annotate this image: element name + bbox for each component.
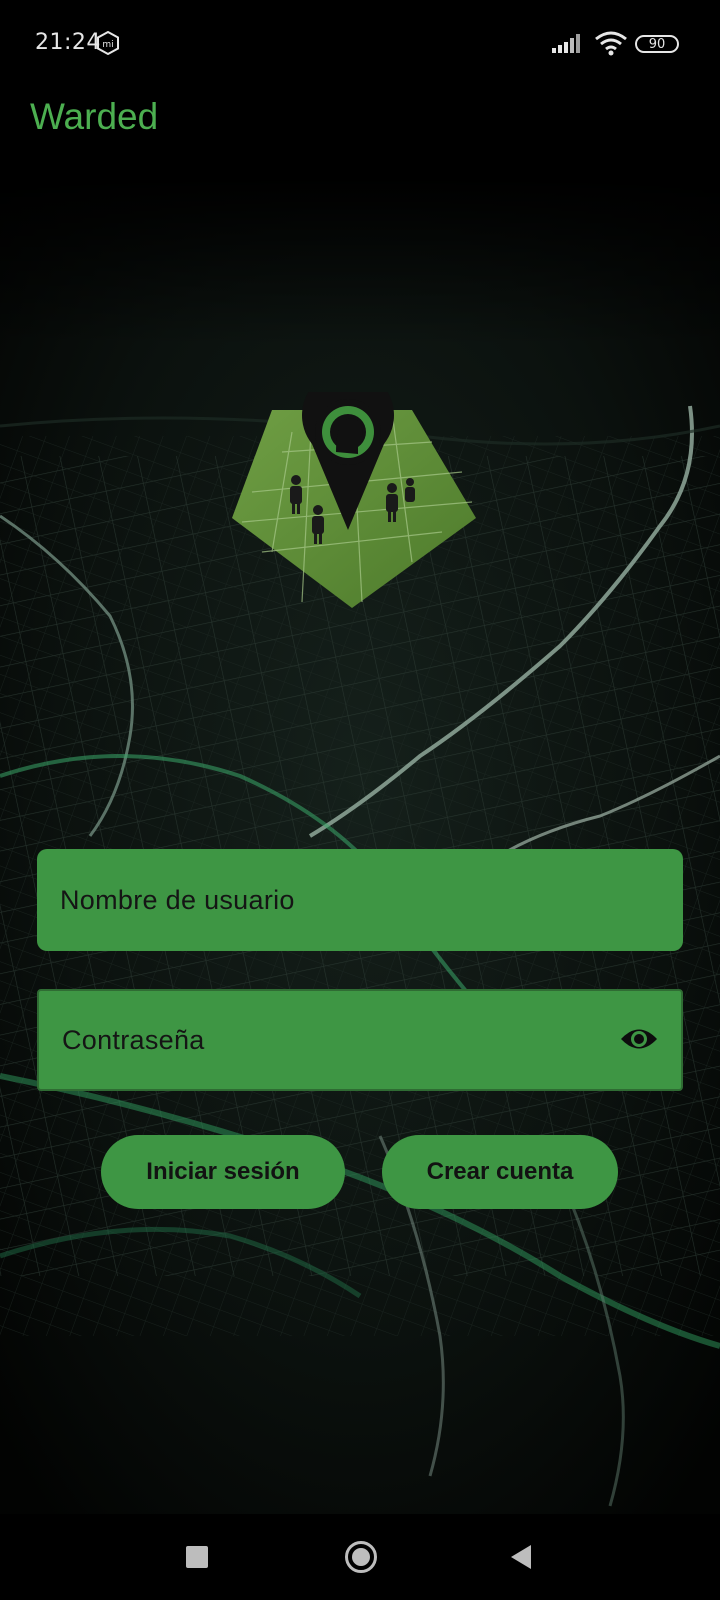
mi-icon: mi [97, 31, 119, 55]
status-time: 21:24 [35, 30, 101, 55]
navigation-bar [0, 1514, 720, 1600]
svg-text:mi: mi [102, 40, 113, 50]
login-button[interactable]: Iniciar sesión [101, 1135, 345, 1209]
username-input[interactable]: Nombre de usuario [37, 849, 683, 951]
wifi-icon [595, 31, 627, 56]
recent-apps-icon[interactable] [186, 1546, 208, 1568]
app-logo [232, 392, 476, 608]
map-background [0, 176, 720, 1514]
signal-icon [552, 34, 580, 53]
battery-icon: 90 [635, 35, 679, 53]
status-bar: 21:24 mi 90 [0, 0, 720, 86]
password-input[interactable]: Contraseña [37, 989, 683, 1091]
app-title: Warded [30, 96, 159, 137]
app-bar: Warded [0, 86, 720, 176]
battery-level: 90 [648, 36, 666, 52]
create-account-button[interactable]: Crear cuenta [382, 1135, 618, 1209]
username-placeholder: Nombre de usuario [60, 884, 295, 915]
home-icon[interactable] [345, 1541, 377, 1573]
eye-icon[interactable] [619, 1024, 659, 1054]
back-icon[interactable] [509, 1544, 533, 1570]
password-placeholder: Contraseña [62, 1024, 205, 1055]
create-account-button-label: Crear cuenta [426, 1158, 574, 1185]
login-button-label: Iniciar sesión [146, 1158, 300, 1185]
